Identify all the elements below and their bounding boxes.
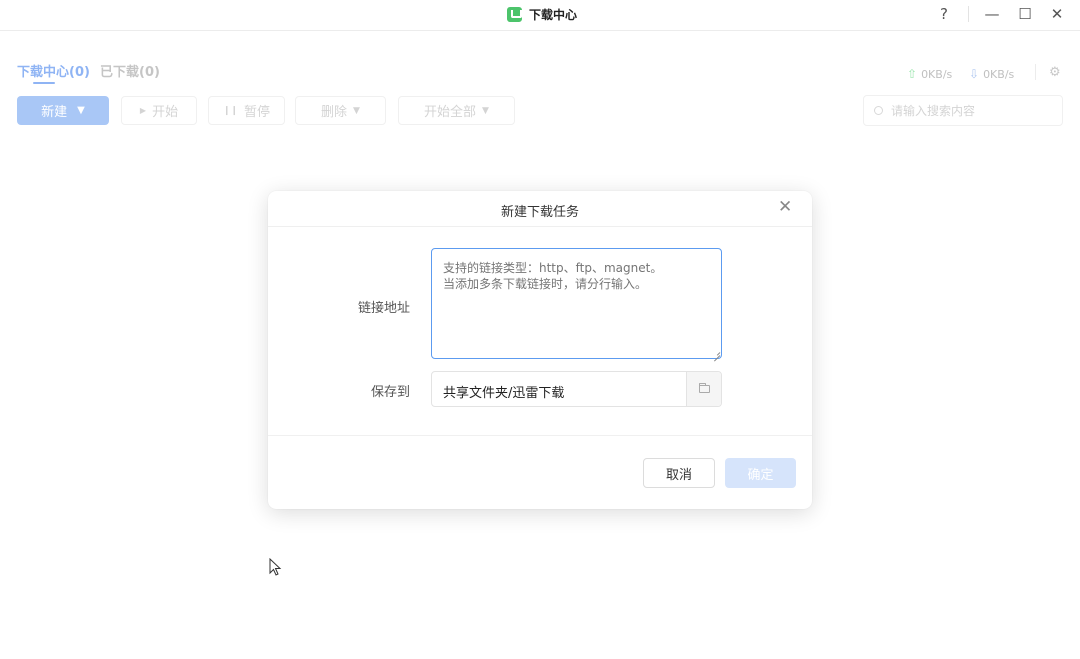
tab-downloaded[interactable]: 已下载(0) (100, 61, 160, 80)
search-icon (874, 106, 883, 115)
new-button-label: 新建 (41, 105, 68, 120)
browse-folder-button[interactable] (686, 372, 721, 406)
dialog-title: 新建下载任务 (500, 205, 579, 220)
help-icon[interactable]: ? (929, 2, 959, 26)
save-to-label: 保存到 (370, 385, 410, 400)
dialog-divider (268, 435, 812, 436)
download-center-window: 下载中心 ? — ☐ ✕ 下载中心(0) 已下载(0) ⇧ 0KB/s ⇩ 0K… (0, 0, 1080, 659)
play-icon: ▶ (139, 106, 147, 115)
upload-icon: ⇧ (907, 67, 918, 81)
save-path-field[interactable]: 共享文件夹/迅雷下载 (431, 371, 722, 407)
confirm-button[interactable]: 确定 (725, 458, 796, 488)
start-button-label: 开始 (152, 105, 179, 120)
tab-active-indicator (33, 82, 55, 84)
chevron-down-icon: ▼ (482, 105, 489, 116)
url-label: 链接地址 (357, 301, 410, 316)
new-download-dialog: 新建下载任务 ✕ 链接地址 保存到 共享文件夹/迅雷下载 取消 确定 (268, 191, 812, 509)
app-icon (507, 7, 522, 22)
tab-downloading[interactable]: 下载中心(0) (17, 61, 90, 80)
cursor-icon (269, 558, 282, 576)
start-button[interactable]: ▶ 开始 (121, 96, 197, 125)
save-path-value: 共享文件夹/迅雷下载 (443, 386, 565, 401)
dialog-close-icon[interactable]: ✕ (778, 197, 792, 217)
search-box[interactable]: 请输入搜索内容 (863, 95, 1063, 126)
download-icon: ⇩ (969, 67, 980, 81)
upload-speed-value: 0KB/s (921, 67, 953, 81)
pause-button[interactable]: ❙❙ 暂停 (208, 96, 285, 125)
pause-button-label: 暂停 (244, 105, 271, 120)
chevron-down-icon: ▼ (353, 105, 360, 116)
dialog-header: 新建下载任务 ✕ (268, 191, 812, 227)
speed-separator (1035, 64, 1036, 80)
delete-button[interactable]: 删除 ▼ (295, 96, 386, 125)
pause-icon: ❙❙ (222, 105, 239, 116)
maximize-icon[interactable]: ☐ (1010, 2, 1040, 26)
download-speed-value: 0KB/s (983, 67, 1015, 81)
url-input[interactable] (431, 248, 722, 359)
title-separator (968, 6, 969, 22)
upload-speed: ⇧ 0KB/s (907, 67, 952, 81)
settings-icon[interactable]: ⚙ (1049, 65, 1061, 80)
start-all-button-label: 开始全部 (424, 105, 477, 120)
new-button[interactable]: 新建 ▼ (17, 96, 109, 125)
minimize-icon[interactable]: — (977, 2, 1007, 26)
download-speed: ⇩ 0KB/s (969, 67, 1014, 81)
resize-handle-icon[interactable] (712, 349, 720, 357)
window-title-group: 下载中心 (507, 6, 577, 23)
cancel-button[interactable]: 取消 (643, 458, 715, 488)
close-icon[interactable]: ✕ (1042, 2, 1072, 26)
start-all-button[interactable]: 开始全部 ▼ (398, 96, 515, 125)
chevron-down-icon: ▼ (77, 105, 85, 116)
folder-icon (698, 383, 710, 393)
title-bar: 下载中心 ? — ☐ ✕ (0, 0, 1080, 31)
delete-button-label: 删除 (321, 105, 348, 120)
window-title: 下载中心 (529, 8, 578, 22)
search-input[interactable]: 请输入搜索内容 (891, 102, 975, 119)
